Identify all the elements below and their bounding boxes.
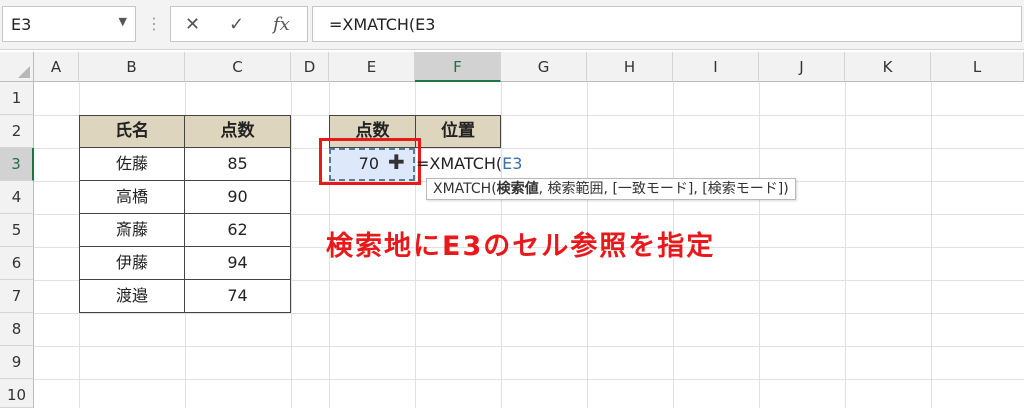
tooltip-rest: , 検索範囲, [一致モード], [検索モード])	[538, 181, 789, 197]
row-header-8[interactable]: 8	[0, 313, 34, 346]
column-header-h[interactable]: H	[587, 52, 673, 82]
table1-score-cell[interactable]: 90	[184, 180, 291, 214]
name-box[interactable]: E3 ▼	[2, 6, 136, 42]
column-header-a[interactable]: A	[34, 52, 79, 82]
gridline	[34, 346, 1024, 347]
edit-ref-text: E3	[502, 154, 523, 173]
formula-buttons: ✕ ✓ fx	[170, 6, 308, 42]
row-header-3[interactable]: 3	[0, 148, 34, 181]
insert-function-icon[interactable]: fx	[273, 14, 290, 35]
row-header-2[interactable]: 2	[0, 115, 34, 148]
row-header-1[interactable]: 1	[0, 82, 34, 115]
row-header-10[interactable]: 10	[0, 379, 34, 408]
column-header-k[interactable]: K	[845, 52, 931, 82]
cell-edit-f3[interactable]: =XMATCH(E3	[416, 154, 522, 173]
column-header-l[interactable]: L	[931, 52, 1024, 82]
check-icon[interactable]: ✓	[229, 14, 244, 35]
formula-bar: E3 ▼ ⋮ ✕ ✓ fx =XMATCH(E3	[0, 0, 1024, 50]
chevron-down-icon[interactable]: ▼	[119, 15, 127, 28]
table1-score-cell[interactable]: 85	[184, 147, 291, 181]
row-header-6[interactable]: 6	[0, 247, 34, 280]
column-header-i[interactable]: I	[673, 52, 759, 82]
edit-function-text: =XMATCH(	[416, 154, 503, 173]
row-header-9[interactable]: 9	[0, 346, 34, 379]
gridline	[845, 82, 846, 408]
table1-header-name[interactable]: 氏名	[79, 115, 185, 148]
name-box-value: E3	[11, 15, 32, 34]
column-header-c[interactable]: C	[185, 52, 291, 82]
table1-name-cell[interactable]: 斎藤	[79, 213, 185, 247]
table1-score-cell[interactable]: 74	[184, 279, 291, 313]
table1-name-cell[interactable]: 佐藤	[79, 147, 185, 181]
gridline	[34, 313, 1024, 314]
table1-name-cell[interactable]: 渡邉	[79, 279, 185, 313]
row-header-7[interactable]: 7	[0, 280, 34, 313]
table1-score-cell[interactable]: 94	[184, 246, 291, 280]
gridline	[759, 82, 760, 408]
table2-header-position[interactable]: 位置	[415, 115, 501, 148]
annotation-text: 検索地にE3のセル参照を指定	[326, 231, 716, 262]
table1-name-cell[interactable]: 高橋	[79, 180, 185, 214]
row-header-5[interactable]: 5	[0, 214, 34, 247]
column-header-e[interactable]: E	[329, 52, 415, 82]
gridline	[291, 82, 292, 408]
table1-score-cell[interactable]: 62	[184, 213, 291, 247]
highlight-box	[319, 138, 421, 185]
tooltip-current-arg[interactable]: 検索値	[497, 181, 539, 197]
drag-handle-icon[interactable]: ⋮	[146, 11, 162, 37]
row-header-4[interactable]: 4	[0, 181, 34, 214]
spreadsheet-grid[interactable]: A B C D E F G H I J K L 1 2 3 4 5 6 7 8 …	[0, 52, 1024, 408]
column-header-j[interactable]: J	[759, 52, 845, 82]
column-header-b[interactable]: B	[79, 52, 185, 82]
function-tooltip: XMATCH(検索値, 検索範囲, [一致モード], [検索モード])	[426, 178, 796, 200]
gridline	[34, 379, 1024, 380]
gridline	[931, 82, 932, 408]
column-header-g[interactable]: G	[501, 52, 587, 82]
column-header-d[interactable]: D	[291, 52, 329, 82]
select-all-corner[interactable]	[0, 52, 34, 82]
formula-text: =XMATCH(E3	[329, 15, 436, 34]
formula-input[interactable]: =XMATCH(E3	[312, 6, 1022, 42]
tooltip-func: XMATCH(	[433, 181, 497, 197]
table1-header-score[interactable]: 点数	[184, 115, 291, 148]
table1-name-cell[interactable]: 伊藤	[79, 246, 185, 280]
column-header-f[interactable]: F	[415, 52, 501, 82]
close-icon[interactable]: ✕	[185, 14, 200, 35]
